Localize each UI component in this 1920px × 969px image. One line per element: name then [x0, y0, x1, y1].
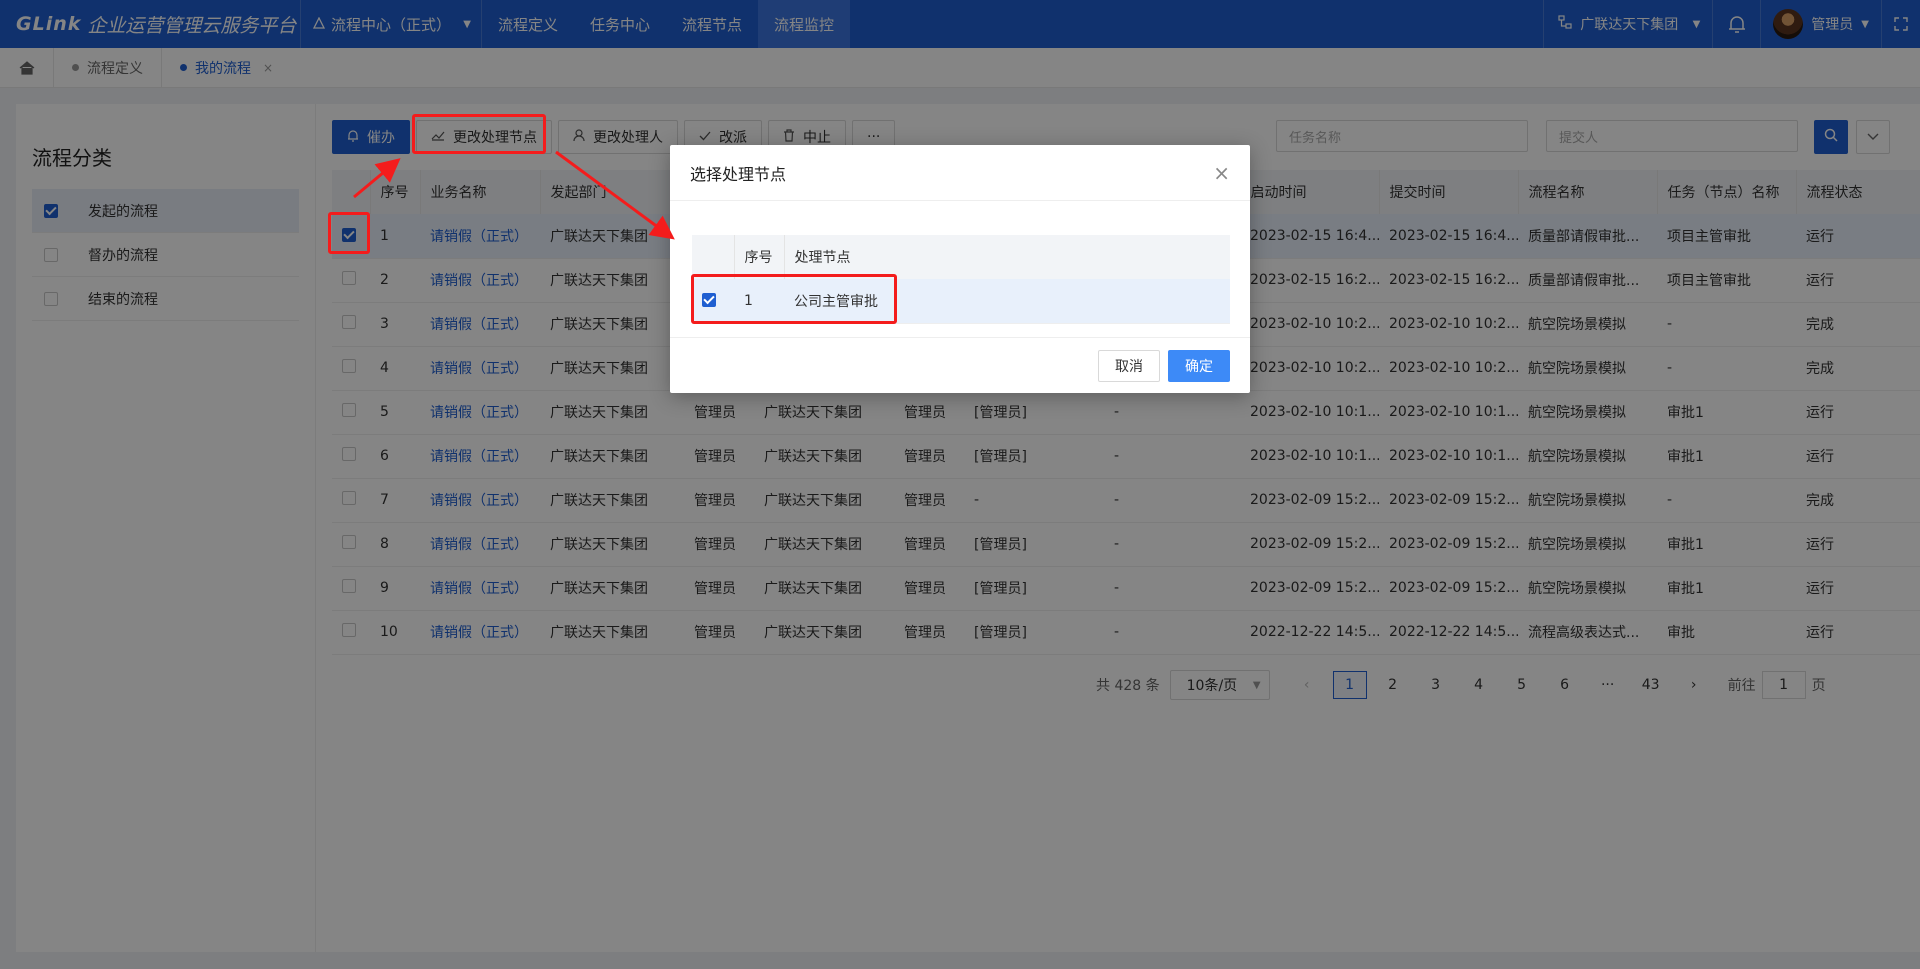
column-header: 序号	[734, 235, 785, 279]
dialog-footer: 取消 确定	[670, 337, 1250, 393]
column-header: 处理节点	[784, 235, 1230, 279]
annotation-box	[328, 212, 370, 254]
dialog-header: 选择处理节点 ×	[670, 145, 1250, 201]
cancel-button[interactable]: 取消	[1098, 349, 1160, 382]
annotation-box	[691, 274, 897, 324]
confirm-button[interactable]: 确定	[1168, 349, 1230, 382]
dialog-title: 选择处理节点	[690, 164, 787, 184]
annotation-box	[412, 114, 546, 154]
table-header-row: 序号 处理节点	[692, 235, 1230, 279]
close-icon[interactable]: ×	[1213, 161, 1230, 185]
header-checkbox-cell[interactable]	[692, 235, 735, 279]
select-node-dialog: 选择处理节点 × 序号 处理节点 1 公司主管审批 取消 确定	[670, 145, 1250, 393]
